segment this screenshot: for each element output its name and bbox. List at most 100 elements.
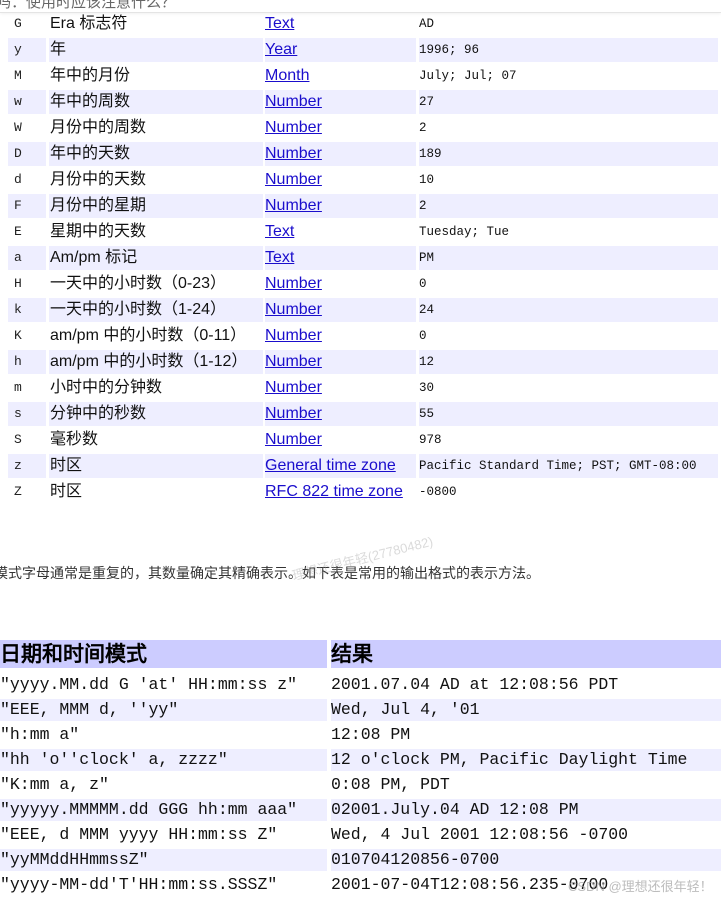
type-link[interactable]: Number [265,275,322,292]
paragraph: 模式字母通常是重复的，其数量确定其精确表示。如下表是常用的输出格式的表示方法。 [0,565,540,581]
letter-description: am/pm 中的小时数（1-12） [49,350,263,374]
type-link[interactable]: Year [265,41,297,58]
pattern-letter: E [14,224,22,239]
pattern-letter: M [14,68,22,83]
header-title: 吗：使用时应该注意什么？ [0,0,177,11]
example-value: July; Jul; 07 [419,69,517,83]
pattern-letter: D [8,142,46,166]
type-cell: Number [265,272,416,296]
type-link[interactable]: Month [265,67,309,84]
watermark: CSDN @理想还很年轻！ [568,879,713,894]
type-cell: Number [265,376,416,400]
letter-description: 年中的天数 [49,142,263,166]
table-row: "yyyy.MM.dd G 'at' HH:mm:ss z" 2001.07.04… [0,674,721,696]
pattern-letter: y [8,38,46,62]
example-value: 12 [419,350,718,374]
type-link[interactable]: RFC 822 time zone [265,483,403,500]
letter-description: 月份中的星期 [49,194,263,218]
example-value: 189 [419,142,718,166]
letter-description: 时区 [50,483,83,500]
table-row: D 年中的天数 Number 189 [8,142,718,166]
type-link[interactable]: General time zone [265,457,396,474]
table-row: "EEE, d MMM yyyy HH:mm:ss Z" Wed, 4 Jul 2… [0,824,721,846]
type-link[interactable]: Number [265,405,322,422]
table-row: "hh 'o''clock' a, zzzz" 12 o'clock PM, Pa… [0,749,721,771]
table-row: F 月份中的星期 Number 2 [8,194,718,218]
pattern-letter: F [8,194,46,218]
example-value: 0 [419,329,427,343]
example-value: 27 [419,90,718,114]
example-value: -0800 [419,485,457,499]
example-value: 2 [419,194,718,218]
table-row: "h:mm a" 12:08 PM [0,724,721,746]
type-link[interactable]: Number [265,431,322,448]
type-link[interactable]: Number [265,197,322,214]
example-value: 2 [419,121,427,135]
type-link[interactable]: Number [265,379,322,396]
letter-description: 一天中的小时数（0-23） [50,275,227,292]
letter-description: 时区 [49,454,263,478]
table-row: M 年中的月份 Month July; Jul; 07 [8,64,718,88]
type-link[interactable]: Number [265,145,322,162]
letter-description: 星期中的天数 [50,223,147,240]
pattern-letter: w [8,90,46,114]
type-cell: Number [265,350,416,374]
type-link[interactable]: Number [265,301,322,318]
type-cell: Text [265,246,416,270]
result-cell: 010704120856-0700 [331,849,721,871]
pattern-letter: m [14,380,22,395]
type-cell: Number [265,194,416,218]
pattern-letter: h [8,350,46,374]
type-link[interactable]: Text [265,15,294,32]
letter-description: 年中的周数 [49,90,263,114]
type-link[interactable]: Number [265,119,322,136]
letter-description: am/pm 中的小时数（0-11） [50,327,247,344]
type-cell: Number [265,116,416,140]
type-link[interactable]: Number [265,327,322,344]
letter-description: 月份中的天数 [50,171,147,188]
table-row: W 月份中的周数 Number 2 [8,116,718,140]
table-row: H 一天中的小时数（0-23） Number 0 [8,272,718,296]
letter-description: 月份中的周数 [50,119,147,136]
pattern-cell: "yyyy.MM.dd G 'at' HH:mm:ss z" [0,675,298,694]
table-row: "EEE, MMM d, ''yy" Wed, Jul 4, '01 [0,699,721,721]
type-cell: RFC 822 time zone [265,480,416,504]
result-cell: 12 o'clock PM, Pacific Daylight Time [331,749,721,771]
type-cell: Number [265,402,416,426]
pattern-letter: d [14,172,22,187]
pattern-letter: S [14,432,22,447]
type-cell: Number [265,428,416,452]
type-cell: Number [265,324,416,348]
letter-description: 毫秒数 [50,431,99,448]
pattern-cell: "K:mm a, z" [0,775,109,794]
result-cell: Wed, 4 Jul 2001 12:08:56 -0700 [331,825,629,844]
type-link[interactable]: Text [265,223,294,240]
example-value: 24 [419,298,718,322]
column-header-pattern: 日期和时间模式 [0,640,327,668]
type-link[interactable]: Number [265,93,322,110]
type-link[interactable]: Number [265,353,322,370]
pattern-cell: "EEE, MMM d, ''yy" [0,699,327,721]
type-cell: Month [265,64,416,88]
type-cell: Text [265,12,416,36]
pattern-letter: z [8,454,46,478]
type-link[interactable]: Text [265,249,294,266]
table-row: S 毫秒数 Number 978 [8,428,718,452]
example-value: AD [419,17,435,31]
pattern-letter: W [14,120,22,135]
table-row: z 时区 General time zone Pacific Standard Tim… [8,454,718,478]
pattern-cell: "hh 'o''clock' a, zzzz" [0,749,327,771]
pattern-cell: "yyyyy.MMMMM.dd GGG hh:mm aaa" [0,799,327,821]
table-row: w 年中的周数 Number 27 [8,90,718,114]
pattern-cell: "h:mm a" [0,725,80,744]
article-header: 吗：使用时应该注意什么？ [0,0,721,13]
type-link[interactable]: Number [265,171,322,188]
letter-description: 小时中的分钟数 [50,379,163,396]
table-row: h am/pm 中的小时数（1-12） Number 12 [8,350,718,374]
result-cell: 0:08 PM, PDT [331,775,450,794]
column-header-result: 结果 [331,640,721,668]
type-cell: Text [265,220,416,244]
pattern-letter: a [8,246,46,270]
result-cell: 02001.July.04 AD 12:08 PM [331,799,721,821]
table-row: k 一天中的小时数（1-24） Number 24 [8,298,718,322]
